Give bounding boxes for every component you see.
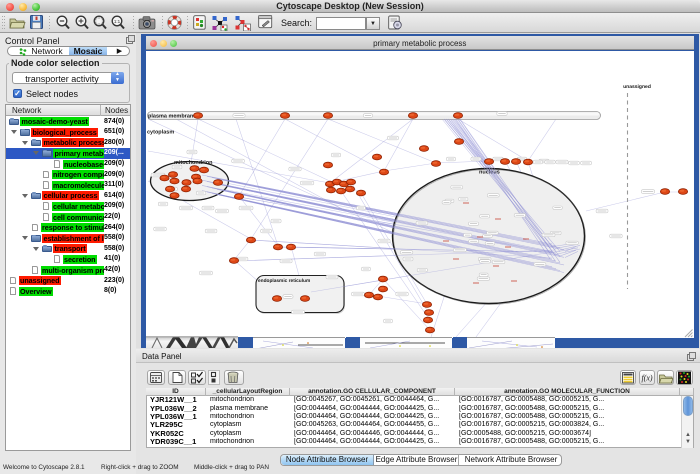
svg-text:1:1: 1:1	[114, 19, 121, 24]
svg-text:f(x): f(x)	[641, 374, 652, 383]
svg-text:plasma membrane: plasma membrane	[148, 114, 196, 120]
svg-text:endoplasmic reticulum: endoplasmic reticulum	[258, 278, 310, 284]
svg-text:unassigned: unassigned	[623, 84, 651, 90]
svg-text:cytoplasm: cytoplasm	[147, 130, 174, 136]
